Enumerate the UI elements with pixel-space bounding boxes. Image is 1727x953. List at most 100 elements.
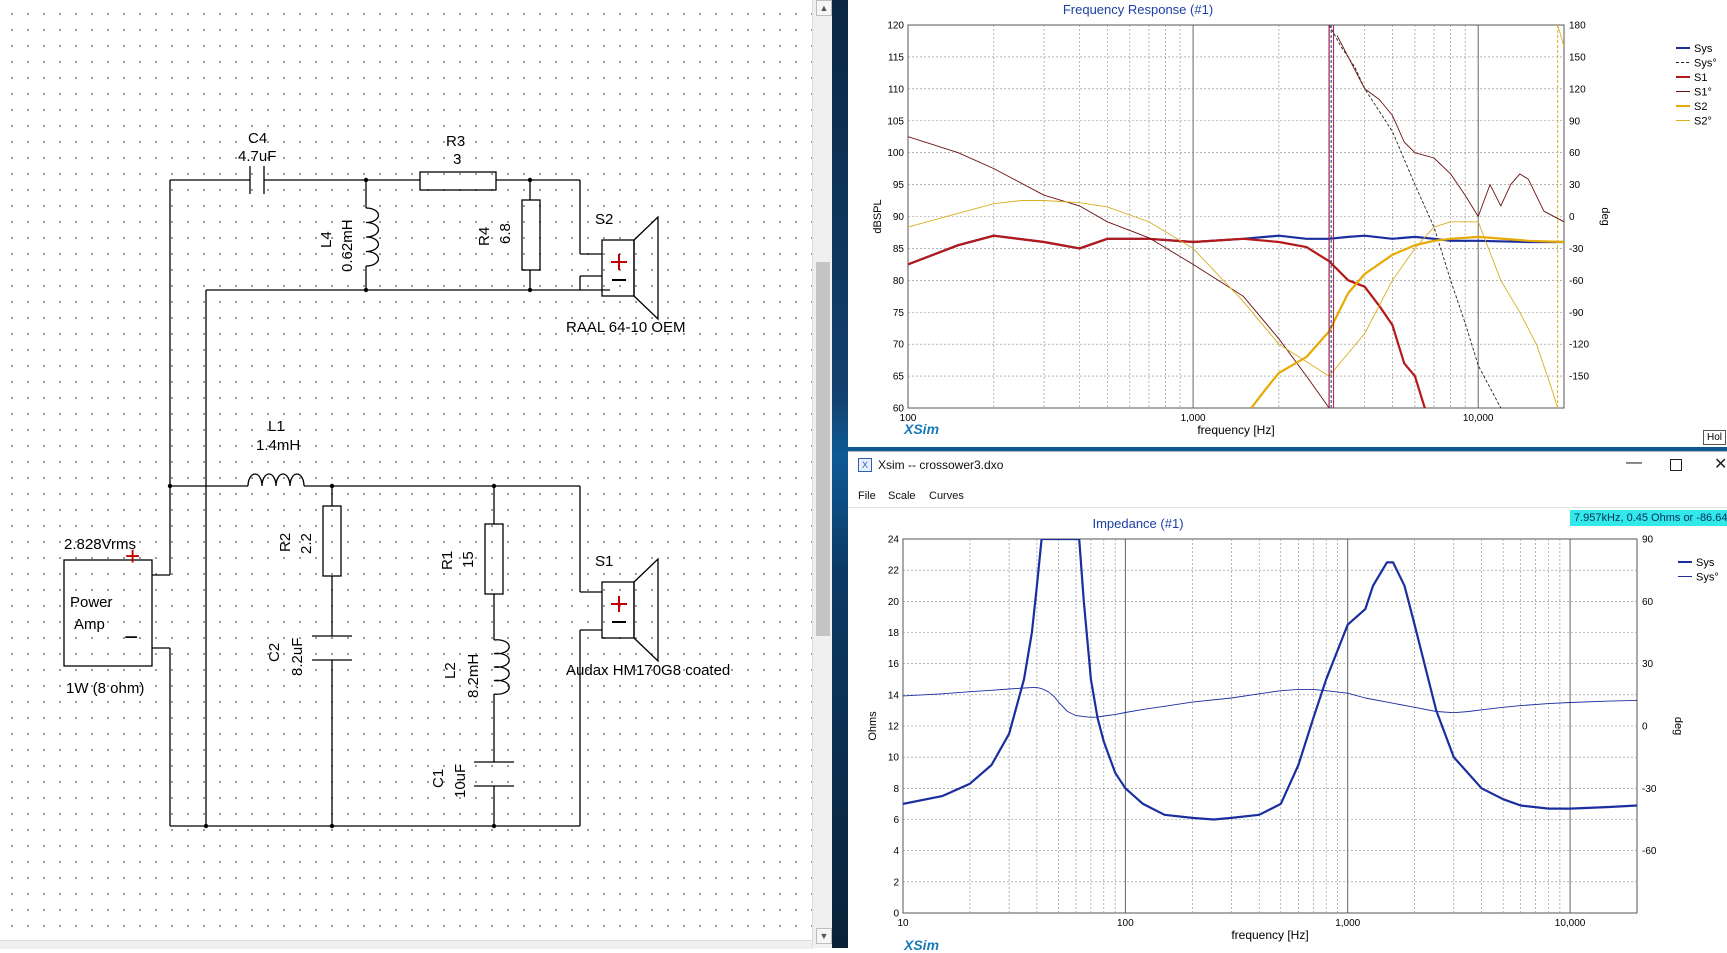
legend-label: Sys° <box>1696 572 1719 584</box>
amp-plus-terminal: + <box>125 541 140 571</box>
amp-power: 1W (8 ohm) <box>66 680 144 697</box>
y-axis-label: Ohms <box>867 711 879 741</box>
y-tick-label: 6 <box>893 815 899 826</box>
l2-ref: L2 <box>442 662 459 679</box>
c2-ref: C2 <box>266 643 283 662</box>
frequency-response-chart[interactable]: 60 65 70 75 80 85 90 95 100 105 110 115 120 -150 -120 -… <box>848 0 1727 445</box>
y-tick-label: 90 <box>893 212 905 223</box>
schematic-vertical-scrollbar[interactable]: ▲ ▼ <box>812 0 833 948</box>
y2-tick-label: -60 <box>1642 846 1657 857</box>
y-tick-label: 4 <box>893 846 899 857</box>
r3-ref: R3 <box>446 133 465 150</box>
x-tick-label: 10 <box>897 918 909 929</box>
r4-value: 6.8 <box>497 223 514 244</box>
l4-ref: L4 <box>318 231 335 248</box>
x-axis-label: frequency [Hz] <box>1231 928 1308 942</box>
legend-label: S2° <box>1694 116 1712 128</box>
y-tick-label: 16 <box>888 659 900 670</box>
y-tick-label: 95 <box>893 180 905 191</box>
y2-tick-label: 120 <box>1569 84 1586 95</box>
y-tick-label: 100 <box>887 148 904 159</box>
s2-model: RAAL 64-10 OEM <box>566 319 686 336</box>
y-tick-label: 120 <box>887 21 904 32</box>
y2-tick-label: 0 <box>1642 722 1648 733</box>
l4-value: 0.62mH <box>339 219 356 272</box>
y2-tick-label: -120 <box>1569 340 1589 351</box>
s2-ref: S2 <box>595 211 613 228</box>
c1-ref: C1 <box>430 769 447 788</box>
hold-button[interactable]: Hol <box>1703 430 1727 445</box>
legend-label: S2 <box>1694 101 1707 113</box>
impedance-window[interactable]: X Xsim -- crossower3.dxo — ✕ File Scale … <box>848 451 1727 953</box>
y-tick-label: 14 <box>888 690 900 701</box>
y-tick-label: 12 <box>888 722 900 733</box>
y2-tick-label: -30 <box>1642 784 1657 795</box>
y-tick-label: 75 <box>893 308 905 319</box>
schematic-drawing: C4 4.7uF R3 3 L4 0.62mH R4 6.8 S2 RAAL 6… <box>63 130 730 829</box>
r1-value: 15 <box>460 551 477 568</box>
c4-value: 4.7uF <box>238 148 276 165</box>
xsim-logo: XSim <box>904 421 940 437</box>
y-tick-label: 2 <box>893 877 899 888</box>
legend-label: Sys <box>1696 557 1715 569</box>
l1-ref: L1 <box>268 418 285 435</box>
legend-label: S1° <box>1694 87 1712 99</box>
x-tick-label: 10,000 <box>1555 918 1586 929</box>
legend-label: Sys° <box>1694 58 1717 70</box>
y-tick-label: 115 <box>888 52 904 63</box>
y2-tick-label: 150 <box>1569 52 1586 63</box>
scrollbar-thumb[interactable] <box>816 262 830 636</box>
scroll-up-arrow-icon[interactable]: ▲ <box>816 0 832 16</box>
amp-label-line1: Power <box>70 594 113 611</box>
y2-tick-label: 90 <box>1569 116 1581 127</box>
y-tick-label: 105 <box>887 116 904 127</box>
s1-ref: S1 <box>595 553 613 570</box>
y-tick-label: 110 <box>888 84 904 95</box>
y-tick-label: 24 <box>888 535 900 546</box>
y-tick-label: 22 <box>888 566 900 577</box>
y2-tick-label: -150 <box>1569 372 1589 383</box>
c1-value: 10uF <box>452 764 469 798</box>
impedance-chart[interactable]: 024681012141618202224-60-30030609010 100 1… <box>848 452 1727 949</box>
y-tick-label: 8 <box>893 784 899 795</box>
s1-model: Audax HM170G8 coated <box>566 662 730 679</box>
y2-axis-label: deg <box>1672 717 1684 735</box>
x-tick-label: 1,000 <box>1335 918 1360 929</box>
y-axis-label: dBSPL <box>872 199 884 233</box>
l2-value: 8.2mH <box>465 654 482 698</box>
y2-tick-label: -30 <box>1569 244 1584 255</box>
y2-tick-label: 90 <box>1642 535 1654 546</box>
y2-tick-label: 60 <box>1642 597 1654 608</box>
legend-label: Sys <box>1694 43 1713 55</box>
amp-minus-terminal: − <box>124 624 138 651</box>
y-tick-label: 10 <box>888 753 900 764</box>
r3-value: 3 <box>453 151 461 168</box>
l1-value: 1.4mH <box>256 437 300 454</box>
y-tick-label: 70 <box>893 340 905 351</box>
y2-tick-label: 180 <box>1569 21 1586 32</box>
y2-tick-label: 60 <box>1569 148 1581 159</box>
y-tick-label: 18 <box>888 628 900 639</box>
y2-tick-label: 0 <box>1569 212 1575 223</box>
schematic-canvas[interactable]: C4 4.7uF R3 3 L4 0.62mH R4 6.8 S2 RAAL 6… <box>0 0 812 948</box>
r2-ref: R2 <box>277 533 294 552</box>
plot-area <box>902 538 1638 914</box>
r1-ref: R1 <box>439 551 456 570</box>
x-tick-label: 10,000 <box>1463 413 1494 424</box>
y2-tick-label: 30 <box>1569 180 1581 191</box>
xsim-logo: XSim <box>904 937 940 953</box>
amp-label-line2: Amp <box>74 616 105 633</box>
x-tick-label: 100 <box>1117 918 1134 929</box>
y2-tick-label: 30 <box>1642 659 1654 670</box>
y-tick-label: 85 <box>893 244 905 255</box>
legend-label: S1 <box>1694 72 1707 84</box>
r4-ref: R4 <box>476 227 493 246</box>
c2-value: 8.2uF <box>289 638 306 676</box>
x-axis-label: frequency [Hz] <box>1197 423 1274 437</box>
y2-tick-label: -90 <box>1569 308 1584 319</box>
scroll-down-arrow-icon[interactable]: ▼ <box>816 928 832 944</box>
y2-axis-label: deg <box>1599 207 1611 225</box>
y-tick-label: 20 <box>888 597 900 608</box>
frequency-response-window[interactable]: Frequency Response (#1) 60 65 70 75 80 85 90 95… <box>848 0 1727 447</box>
y-tick-label: 80 <box>893 276 905 287</box>
